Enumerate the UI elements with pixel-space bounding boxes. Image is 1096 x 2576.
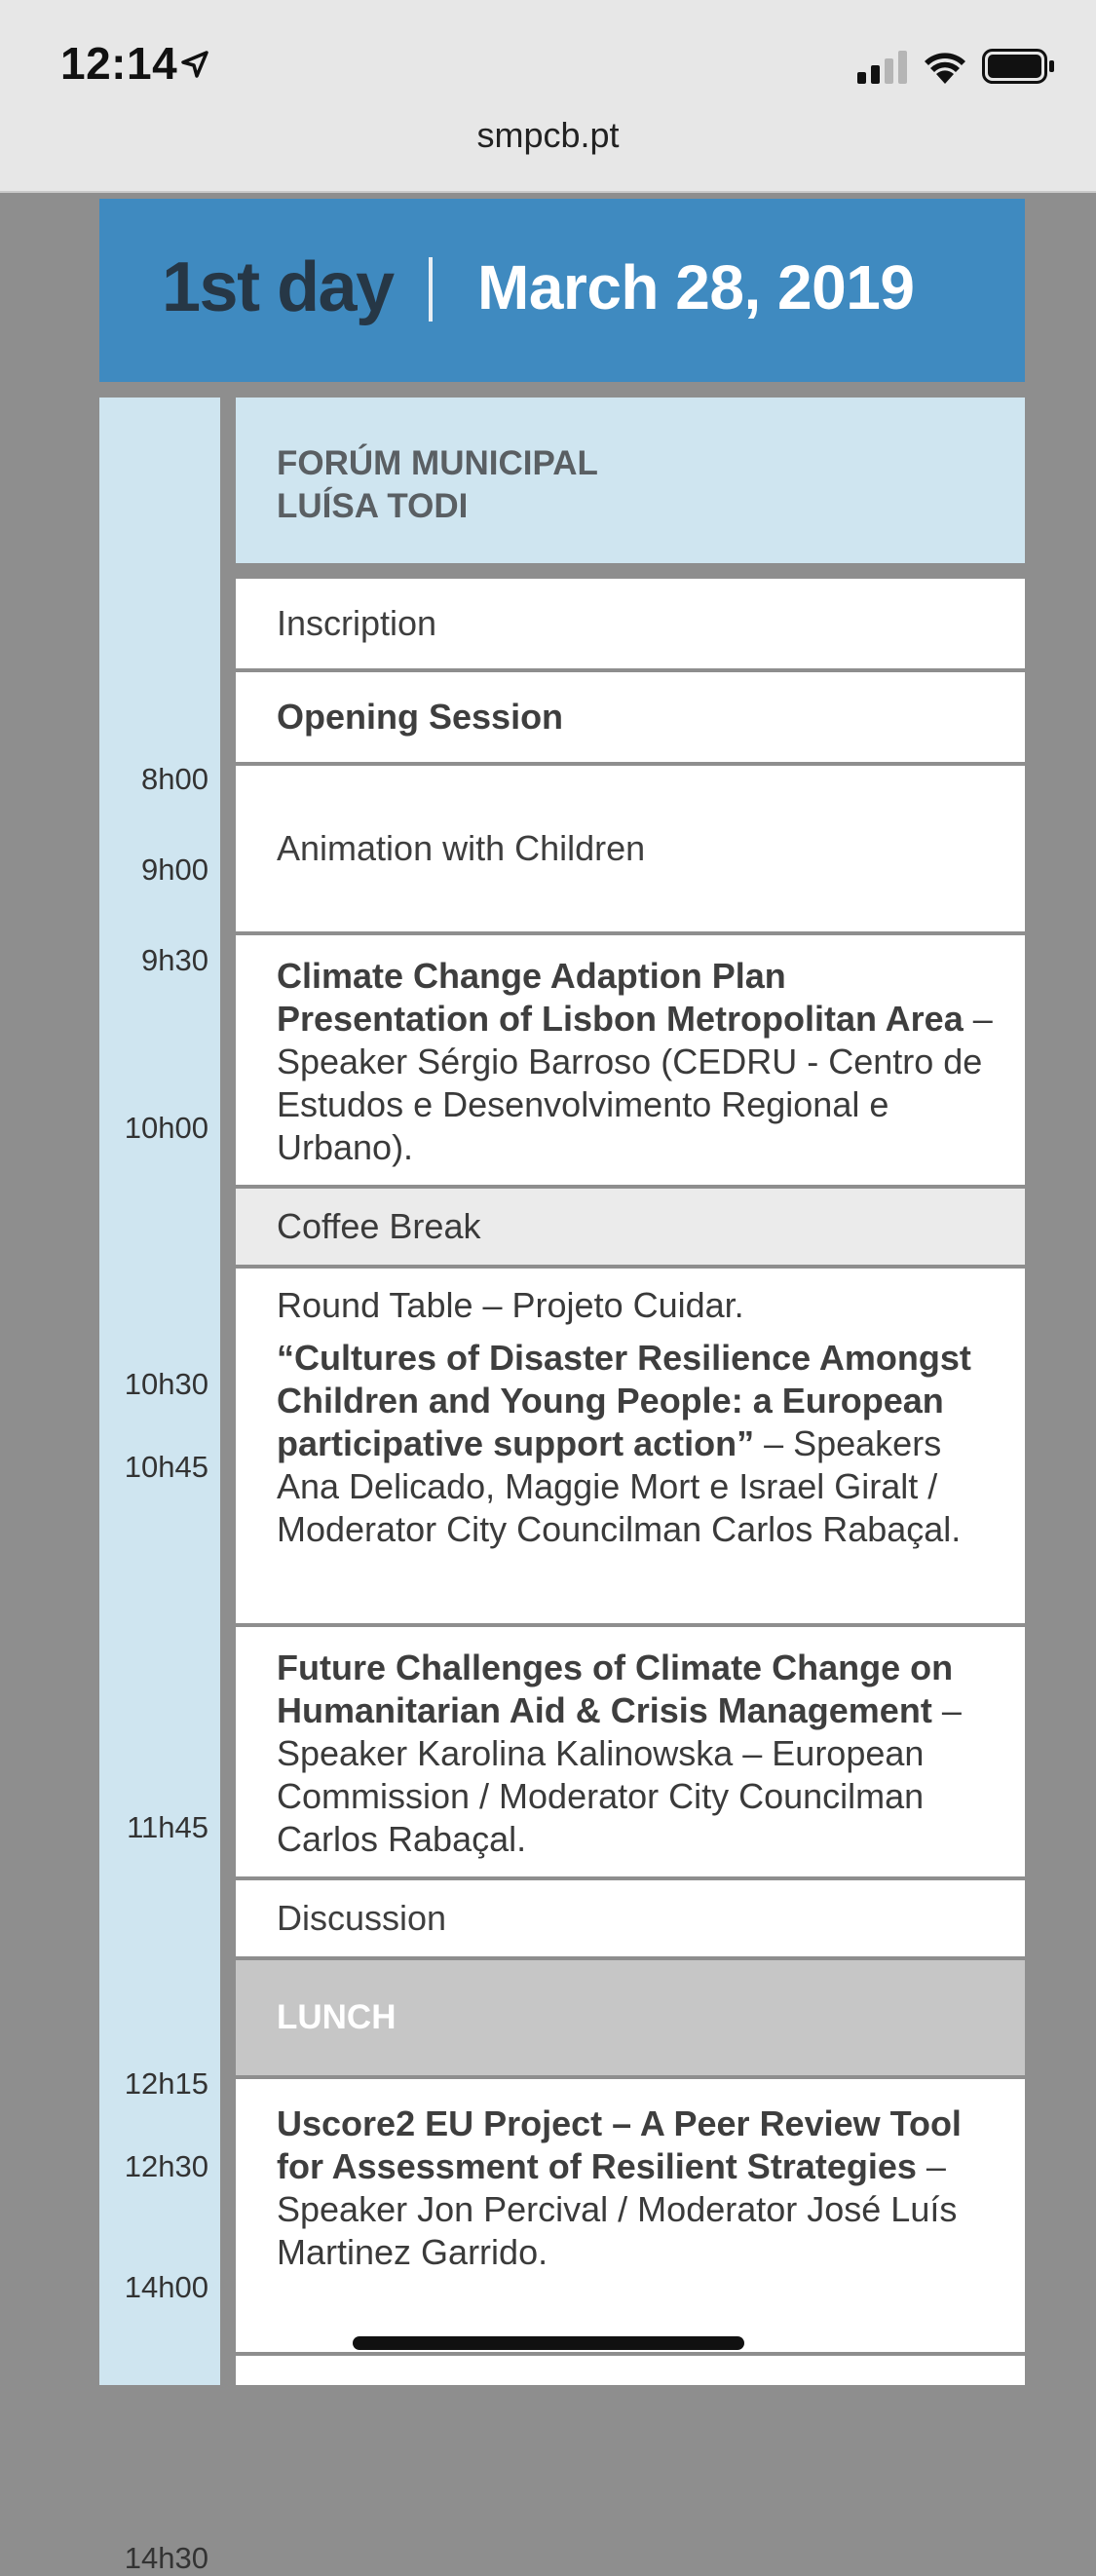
session-title: Opening Session: [277, 697, 564, 737]
time-label: 10h30: [124, 1367, 208, 1401]
session-title: Uscore2 EU Project – A Peer Review Tool …: [277, 2103, 962, 2186]
time-label: 10h45: [124, 1450, 208, 1484]
day-header: 1st day March 28, 2019: [99, 199, 1025, 382]
session-title: LUNCH: [277, 1998, 397, 2036]
home-indicator[interactable]: [353, 2336, 744, 2350]
header-divider: [429, 257, 433, 322]
session-inscription: Inscription: [236, 579, 1025, 668]
time-label: 9h00: [141, 852, 208, 887]
address-bar-url[interactable]: smpcb.pt: [0, 115, 1096, 156]
wifi-icon: [925, 53, 965, 84]
venue-box: FORÚM MUNICIPAL LUÍSA TODI: [236, 398, 1025, 563]
session-title: Coffee Break: [277, 1206, 481, 1246]
time-column: 8h00 9h00 9h30 10h00 10h30 10h45 11h45 1…: [99, 398, 220, 2575]
session-round-table: Round Table – Projeto Cuidar. “Cultures …: [236, 1269, 1025, 1623]
time-label: 8h00: [141, 762, 208, 796]
status-time: 12:14: [60, 38, 178, 89]
session-animation: Animation with Children: [236, 766, 1025, 931]
day-label: 1st day: [162, 248, 395, 326]
cellular-signal-icon: [857, 51, 907, 84]
session-lunch: LUNCH: [236, 1960, 1025, 2075]
time-label: 9h30: [141, 943, 208, 977]
time-label: 14h30: [124, 2541, 208, 2575]
venue-name-line1: FORÚM MUNICIPAL: [277, 444, 598, 482]
location-arrow-icon: [181, 51, 208, 78]
session-title: Animation with Children: [277, 828, 646, 868]
schedule-page: 1st day March 28, 2019 8h00 9h00 9h30 10…: [99, 199, 1025, 2575]
session-climate-plan: Climate Change Adaption Plan Presentatio…: [236, 935, 1025, 1185]
session-intro: Round Table – Projeto Cuidar.: [277, 1285, 744, 1325]
session-title: Climate Change Adaption Plan Presentatio…: [277, 956, 964, 1039]
session-title: Discussion: [277, 1898, 447, 1938]
session-title: Future Challenges of Climate Change on H…: [277, 1648, 954, 1730]
session-uscore2: Uscore2 EU Project – A Peer Review Tool …: [236, 2079, 1025, 2352]
day-date: March 28, 2019: [477, 252, 915, 322]
session-future-challenges: Future Challenges of Climate Change on H…: [236, 1627, 1025, 1876]
time-label: 14h00: [124, 2270, 208, 2304]
session-discussion: Discussion: [236, 1880, 1025, 1956]
venue-name-line2: LUÍSA TODI: [277, 487, 469, 525]
time-label: 12h15: [124, 2066, 208, 2101]
session-opening: Opening Session: [236, 672, 1025, 762]
session-next: [236, 2356, 1025, 2385]
time-label: 12h30: [124, 2149, 208, 2183]
session-title: Inscription: [277, 603, 437, 643]
time-label: 11h45: [127, 1810, 208, 1844]
battery-icon: [982, 49, 1054, 84]
time-label: 10h00: [124, 1111, 208, 1145]
session-coffee-break: Coffee Break: [236, 1189, 1025, 1265]
browser-top-bar: 12:14 smpcb.pt: [0, 0, 1096, 193]
